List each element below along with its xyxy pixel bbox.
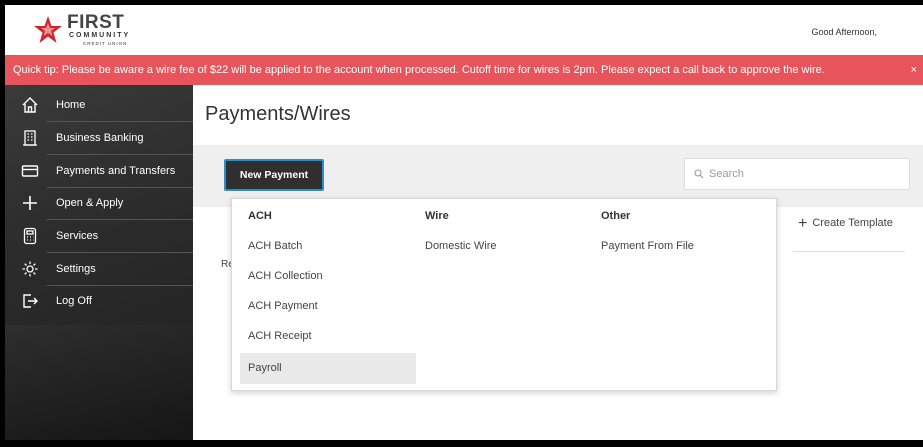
sidebar-item-services[interactable]: Services: [5, 220, 193, 252]
plus-icon: +: [798, 215, 808, 232]
greeting-text: Good Afternoon,: [811, 27, 877, 37]
header: FIRST COMMUNITY CREDIT UNION Good Aftern…: [5, 5, 923, 55]
sidebar-nav: Home Business Banking Payments and Trans…: [5, 85, 193, 440]
dropdown-heading-other: Other: [601, 210, 631, 222]
sidebar-item-label: Business Banking: [56, 132, 144, 144]
gear-icon: [22, 261, 38, 277]
dropdown-option-payroll[interactable]: Payroll: [248, 362, 282, 374]
search-icon: [694, 169, 704, 179]
dropdown-option-ach-payment[interactable]: ACH Payment: [248, 300, 318, 312]
sidebar-item-label: Home: [56, 99, 86, 111]
quick-tip-text: Quick tip: Please be aware a wire fee of…: [13, 64, 825, 76]
dropdown-heading-ach: ACH: [248, 210, 272, 222]
quick-tip-banner: Quick tip: Please be aware a wire fee of…: [5, 55, 923, 85]
create-template-label: Create Template: [812, 217, 893, 229]
star-logo-icon: [34, 16, 62, 43]
dropdown-option-ach-receipt[interactable]: ACH Receipt: [248, 330, 312, 342]
logo[interactable]: FIRST COMMUNITY CREDIT UNION: [31, 11, 151, 51]
search-input[interactable]: Search: [684, 158, 910, 190]
calculator-icon: [23, 227, 37, 245]
dropdown-heading-wire: Wire: [425, 210, 449, 222]
plus-icon: [23, 196, 37, 210]
new-payment-button[interactable]: New Payment: [224, 159, 324, 191]
sidebar-item-label: Log Off: [56, 295, 92, 307]
sidebar-item-label: Open & Apply: [56, 197, 124, 209]
sidebar-item-open-and-apply[interactable]: Open & Apply: [5, 187, 193, 219]
home-icon: [22, 97, 38, 113]
sidebar-item-home[interactable]: Home: [5, 89, 193, 121]
logo-wordmark: FIRST: [67, 12, 125, 33]
page-title: Payments/Wires: [205, 103, 351, 125]
new-payment-dropdown: ACH ACH Batch ACH Collection ACH Payment…: [231, 198, 777, 391]
divider: [793, 251, 905, 252]
create-template-button[interactable]: + Create Template: [798, 213, 893, 232]
screen-frame: FIRST COMMUNITY CREDIT UNION Good Aftern…: [0, 0, 923, 447]
sidebar-item-label: Payments and Transfers: [56, 165, 176, 177]
close-tip-button[interactable]: ×: [911, 55, 917, 85]
sidebar-item-log-off[interactable]: Log Off: [5, 285, 193, 317]
sidebar-item-label: Services: [56, 230, 99, 242]
dropdown-option-ach-collection[interactable]: ACH Collection: [248, 270, 323, 282]
search-placeholder: Search: [709, 168, 744, 180]
sidebar-item-settings[interactable]: Settings: [5, 253, 193, 285]
sidebar-item-business-banking[interactable]: Business Banking: [5, 122, 193, 154]
logo-community-text: COMMUNITY: [69, 32, 131, 39]
building-icon: [23, 130, 37, 146]
dropdown-option-domestic-wire[interactable]: Domestic Wire: [425, 240, 497, 252]
app-window: FIRST COMMUNITY CREDIT UNION Good Aftern…: [5, 5, 923, 440]
sidebar-item-label: Settings: [56, 263, 96, 275]
logout-icon: [23, 294, 38, 308]
dropdown-option-payment-from-file[interactable]: Payment From File: [601, 240, 694, 252]
logo-credit-union-text: CREDIT UNION: [83, 41, 128, 46]
sidebar-item-payments-and-transfers[interactable]: Payments and Transfers: [5, 155, 193, 187]
card-icon: [21, 165, 39, 177]
dropdown-option-ach-batch[interactable]: ACH Batch: [248, 240, 302, 252]
